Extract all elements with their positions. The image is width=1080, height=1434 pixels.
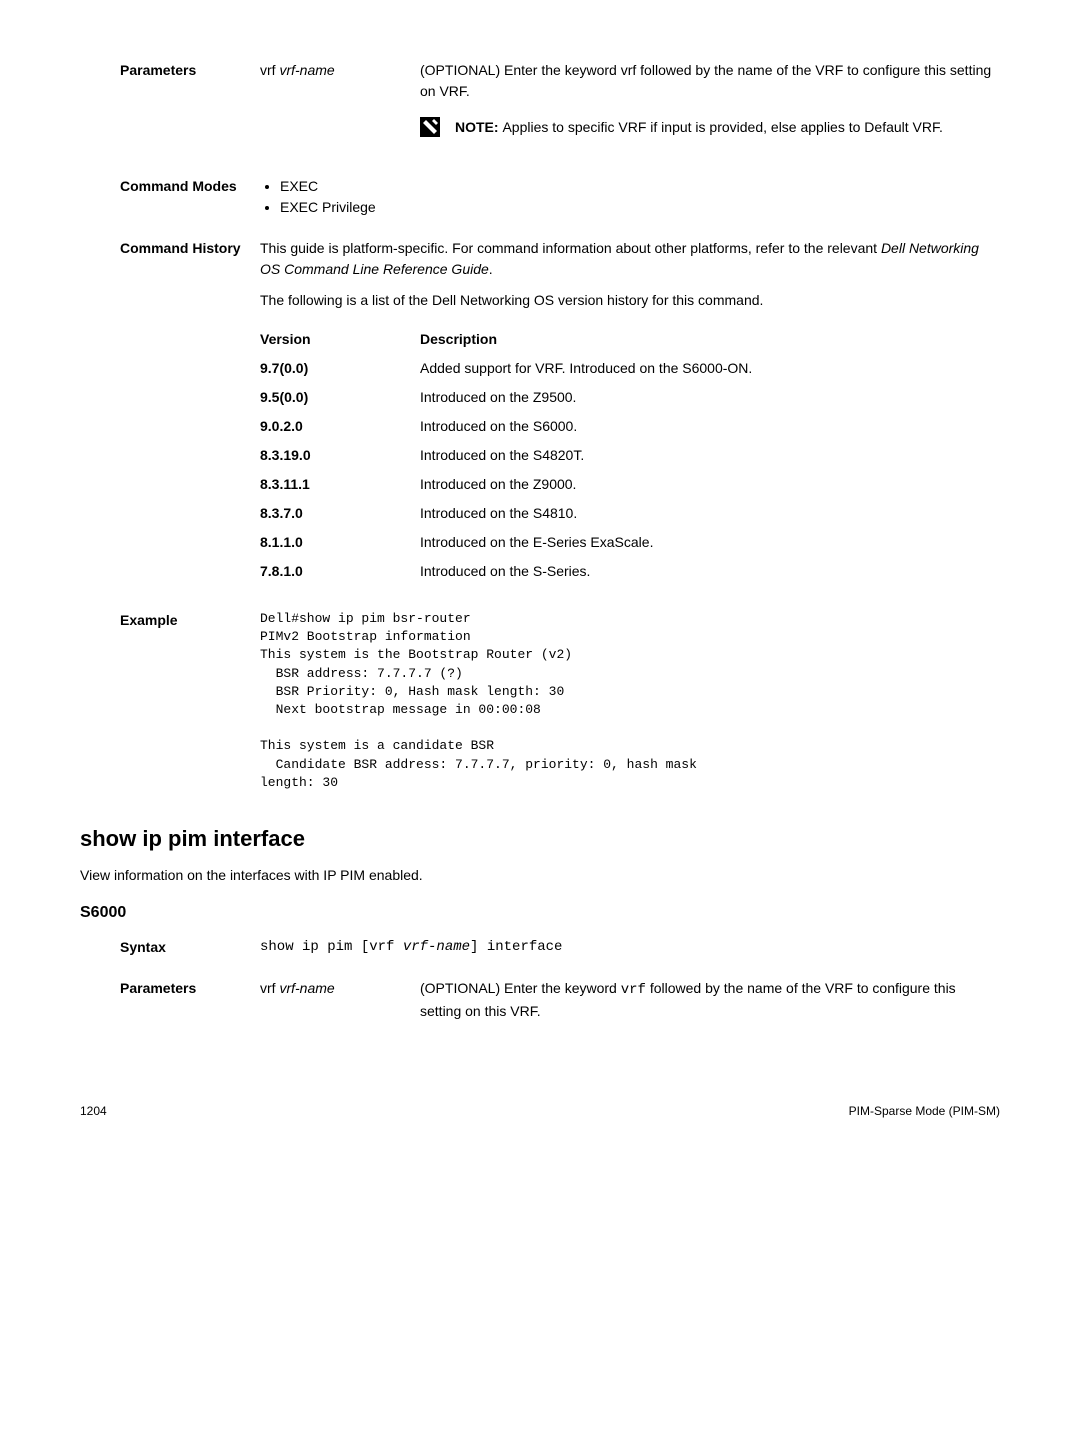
note-text: Applies to specific VRF if input is prov…: [502, 119, 942, 135]
parameters-label-2: Parameters: [120, 978, 260, 1022]
example-code: Dell#show ip pim bsr-router PIMv2 Bootst…: [260, 610, 1000, 792]
parameter-row: vrf vrf-name (OPTIONAL) Enter the keywor…: [260, 978, 1000, 1022]
parameters-section-2: Parameters vrf vrf-name (OPTIONAL) Enter…: [120, 978, 1000, 1022]
parameter-description: (OPTIONAL) Enter the keyword vrf followe…: [420, 978, 1000, 1022]
section-name: PIM-Sparse Mode (PIM-SM): [849, 1102, 1000, 1120]
parameters-section: Parameters vrf vrf-name (OPTIONAL) Enter…: [120, 60, 1000, 138]
command-history-section: Command History This guide is platform-s…: [120, 238, 1000, 590]
version-header: Version: [260, 329, 420, 350]
parameter-name: vrf vrf-name: [260, 60, 390, 138]
version-row: 9.0.2.0 Introduced on the S6000.: [260, 416, 1000, 437]
model-heading: S6000: [80, 901, 1000, 925]
parameter-name: vrf vrf-name: [260, 978, 390, 1022]
section-heading: show ip pim interface: [80, 822, 1000, 855]
command-modes-list: EXEC EXEC Privilege: [260, 176, 1000, 218]
section-intro: View information on the interfaces with …: [80, 865, 1000, 886]
version-row: 8.3.19.0 Introduced on the S4820T.: [260, 445, 1000, 466]
list-item: EXEC: [280, 176, 1000, 197]
version-row: 7.8.1.0 Introduced on the S-Series.: [260, 561, 1000, 582]
list-item: EXEC Privilege: [280, 197, 1000, 218]
command-history-label: Command History: [120, 238, 260, 590]
version-header-row: Version Description: [260, 329, 1000, 350]
note-label: NOTE:: [455, 119, 502, 135]
syntax-section: Syntax show ip pim [vrf vrf-name] interf…: [120, 937, 1000, 958]
syntax-label: Syntax: [120, 937, 260, 958]
version-row: 8.3.11.1 Introduced on the Z9000.: [260, 474, 1000, 495]
description-header: Description: [420, 329, 1000, 350]
parameter-row: vrf vrf-name (OPTIONAL) Enter the keywor…: [260, 60, 1000, 138]
history-intro-2: The following is a list of the Dell Netw…: [260, 290, 1000, 311]
syntax-value: show ip pim [vrf vrf-name] interface: [260, 937, 1000, 958]
example-section: Example Dell#show ip pim bsr-router PIMv…: [120, 610, 1000, 792]
version-row: 8.1.1.0 Introduced on the E-Series ExaSc…: [260, 532, 1000, 553]
note-icon: [420, 117, 440, 137]
page-footer: 1204 PIM-Sparse Mode (PIM-SM): [80, 1102, 1000, 1120]
version-row: 9.7(0.0) Added support for VRF. Introduc…: [260, 358, 1000, 379]
version-row: 9.5(0.0) Introduced on the Z9500.: [260, 387, 1000, 408]
history-intro-1: This guide is platform-specific. For com…: [260, 238, 1000, 280]
command-modes-label: Command Modes: [120, 176, 260, 218]
version-row: 8.3.7.0 Introduced on the S4810.: [260, 503, 1000, 524]
parameter-description: (OPTIONAL) Enter the keyword vrf followe…: [420, 60, 1000, 102]
command-modes-section: Command Modes EXEC EXEC Privilege: [120, 176, 1000, 218]
note-block: NOTE: Applies to specific VRF if input i…: [420, 117, 1000, 138]
parameters-label: Parameters: [120, 60, 260, 138]
page-number: 1204: [80, 1102, 107, 1120]
example-label: Example: [120, 610, 260, 792]
